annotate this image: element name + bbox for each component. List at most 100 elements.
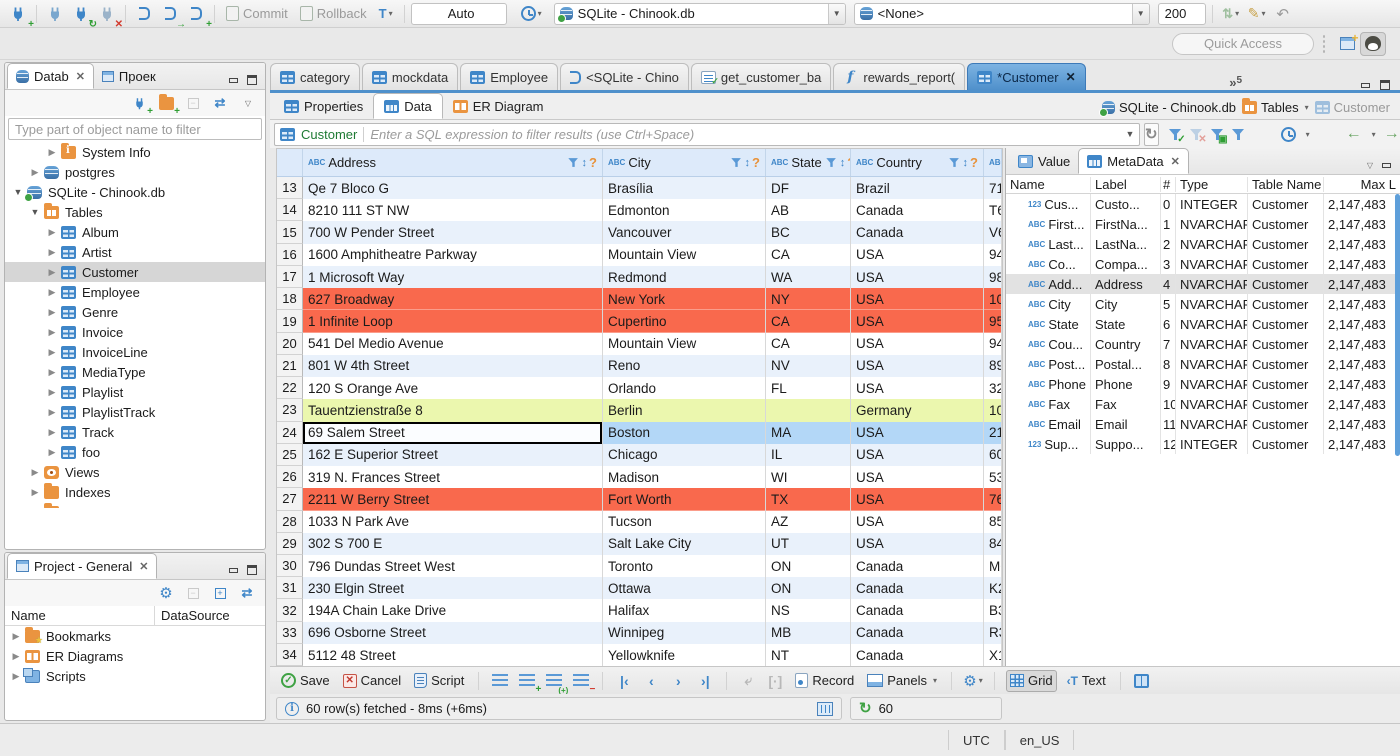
cell-partial[interactable]: 94 — [984, 243, 1002, 266]
column-header-country[interactable]: ABC Country ↕? — [851, 149, 984, 176]
cell-city[interactable]: Brasília — [603, 177, 766, 200]
expand-arrow-icon[interactable] — [47, 367, 57, 378]
save-filter-icon[interactable]: ▣ — [1210, 128, 1228, 144]
cell-ordinal[interactable]: 5 — [1161, 294, 1176, 314]
link-with-editor-button[interactable]: ⇄ — [210, 93, 230, 113]
rollback-button[interactable]: Rollback — [295, 2, 372, 26]
tab-project-general[interactable]: Project - General ✕ — [7, 553, 158, 579]
cell-address[interactable]: 1033 N Park Ave — [303, 510, 603, 533]
expand-arrow-icon[interactable] — [47, 387, 57, 398]
cell-city[interactable]: Ottawa — [603, 577, 766, 600]
expand-arrow-icon[interactable] — [47, 327, 57, 338]
metadata-row[interactable]: ABC Co... Compa... 3 NVARCHAR Customer 2… — [1006, 254, 1400, 274]
cell-column-name[interactable]: ABC Post... — [1006, 354, 1091, 374]
cell-state[interactable]: WA — [766, 265, 851, 289]
tab-overflow-button[interactable]: » 5 — [1229, 75, 1242, 90]
metadata-row[interactable]: 123 Sup... Suppo... 12 INTEGER Customer … — [1006, 434, 1400, 454]
row-number[interactable]: 30 — [277, 554, 303, 578]
cell-country[interactable]: Germany — [851, 399, 984, 422]
cell-table-name[interactable]: Customer — [1248, 394, 1324, 414]
cell-partial[interactable]: V6 — [984, 221, 1002, 244]
cell-label[interactable]: Country — [1091, 334, 1161, 354]
view-menu-button[interactable]: ▽ — [237, 93, 257, 113]
editor-tab[interactable]: Employee ✕ — [460, 63, 559, 90]
cell-label[interactable]: LastNa... — [1091, 234, 1161, 254]
expand-arrow-icon[interactable] — [30, 507, 40, 509]
cell-partial[interactable]: 76 — [984, 488, 1002, 511]
cell-city[interactable]: Vancouver — [603, 221, 766, 244]
link-with-editor-button[interactable]: ⇄ — [237, 583, 257, 603]
maximize-icon[interactable] — [247, 75, 257, 85]
cell-label[interactable]: Compa... — [1091, 254, 1161, 274]
cell-country[interactable]: USA — [851, 243, 984, 266]
cell-state[interactable]: AB — [766, 199, 851, 222]
cell-address[interactable]: 796 Dundas Street West — [303, 554, 603, 578]
cell-label[interactable]: Suppo... — [1091, 434, 1161, 454]
row-number[interactable]: 13 — [277, 177, 303, 200]
cell-column-name[interactable]: ABC Email — [1006, 414, 1091, 434]
cell-label[interactable]: Phone — [1091, 374, 1161, 394]
cell-address[interactable]: 302 S 700 E — [303, 532, 603, 555]
maximize-icon[interactable] — [247, 565, 257, 575]
cell-address[interactable]: 1 Microsoft Way — [303, 265, 603, 289]
cell-partial[interactable]: K2 — [984, 577, 1002, 600]
cell-city[interactable]: Chicago — [603, 443, 766, 467]
cell-city[interactable]: New York — [603, 288, 766, 311]
presentation-settings-button[interactable]: ⚙ ▾ — [963, 671, 983, 691]
cell-partial[interactable]: M6 — [984, 554, 1002, 578]
cell-label[interactable]: Postal... — [1091, 354, 1161, 374]
cell-city[interactable]: Mountain View — [603, 243, 766, 266]
expand-arrow-icon[interactable] — [11, 671, 21, 682]
cell-state[interactable]: NT — [766, 643, 851, 666]
cell-ordinal[interactable]: 8 — [1161, 354, 1176, 374]
cell-partial[interactable]: 94 — [984, 332, 1002, 355]
cell-partial[interactable]: 21 — [984, 421, 1002, 444]
cell-column-name[interactable]: ABC Fax — [1006, 394, 1091, 414]
cell-column-name[interactable]: 123 Sup... — [1006, 434, 1091, 454]
cell-state[interactable]: BC — [766, 221, 851, 244]
expand-arrow-icon[interactable] — [30, 467, 40, 478]
metadata-row[interactable]: ABC Add... Address 4 NVARCHAR Customer 2… — [1006, 274, 1400, 294]
cell-address[interactable]: 69 Salem Street — [303, 421, 603, 444]
cell-city[interactable]: Redmond — [603, 265, 766, 289]
auto-refresh-clock-icon[interactable] — [1280, 126, 1296, 142]
connect-button[interactable] — [43, 2, 67, 26]
minimize-icon[interactable] — [1360, 81, 1371, 90]
cell-city[interactable]: Tucson — [603, 510, 766, 533]
row-number[interactable]: 24 — [277, 421, 303, 444]
delete-row-button[interactable]: − — [571, 671, 595, 694]
tree-item[interactable]: Sequences — [5, 502, 265, 508]
metadata-row[interactable]: ABC Cou... Country 7 NVARCHAR Customer 2… — [1006, 334, 1400, 354]
row-number[interactable]: 33 — [277, 621, 303, 644]
tree-item[interactable]: Bookmarks — [5, 626, 265, 646]
cell-ordinal[interactable]: 7 — [1161, 334, 1176, 354]
cell-state[interactable]: NV — [766, 354, 851, 378]
sort-icon[interactable]: ↕ — [582, 157, 588, 169]
metadata-row[interactable]: ABC Phone Phone 9 NVARCHAR Customer 2,14… — [1006, 374, 1400, 394]
cell-city[interactable]: Orlando — [603, 377, 766, 400]
row-number[interactable]: 22 — [277, 377, 303, 400]
cell-partial[interactable]: 32 — [984, 377, 1002, 400]
expand-arrow-icon[interactable] — [30, 167, 40, 178]
tree-item[interactable]: Scripts — [5, 666, 265, 686]
cell-address[interactable]: 319 N. Frances Street — [303, 466, 603, 489]
breadcrumb-table[interactable]: Customer — [1314, 100, 1390, 115]
expand-arrow-icon[interactable] — [47, 267, 57, 278]
open-perspective-button[interactable] — [1334, 31, 1360, 56]
cell-address[interactable]: 696 Osborne Street — [303, 621, 603, 644]
cell-partial[interactable]: 10 — [984, 288, 1002, 311]
sql-editor-button[interactable] — [132, 2, 156, 26]
settings-button[interactable]: ⚙ — [156, 583, 176, 603]
cell-address[interactable]: 120 S Orange Ave — [303, 377, 603, 400]
cell-max-length[interactable]: 2,147,483 — [1324, 294, 1400, 314]
cell-partial[interactable]: 85 — [984, 510, 1002, 533]
cell-city[interactable]: Cupertino — [603, 310, 766, 333]
cell-state[interactable]: IL — [766, 443, 851, 467]
new-connection-button[interactable]: + — [129, 93, 153, 117]
cell-partial[interactable]: X1 — [984, 643, 1002, 666]
cell-country[interactable]: Canada — [851, 643, 984, 666]
breadcrumb-connection[interactable]: SQLite - Chinook.db — [1098, 100, 1236, 117]
disconnect-button[interactable]: ✕ — [95, 2, 123, 29]
editor-tab[interactable]: rewards_report( ✕ — [833, 63, 966, 90]
fetch-size-input[interactable]: 200 — [1157, 2, 1206, 25]
